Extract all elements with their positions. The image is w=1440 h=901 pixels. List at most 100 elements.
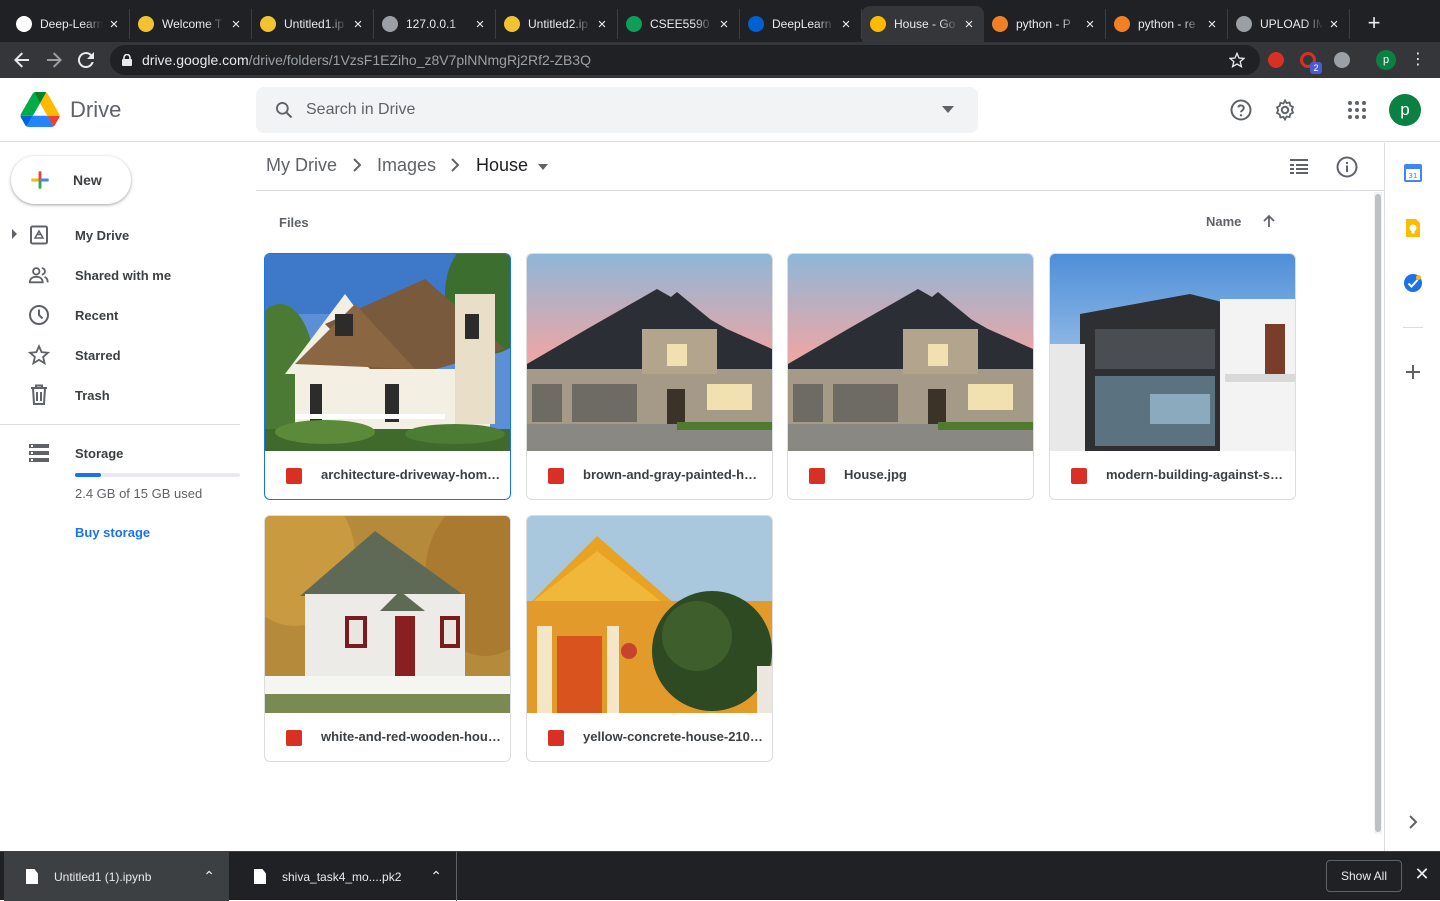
forward-arrow-icon (47, 52, 62, 68)
browser-toolbar: drive.google.com/drive/folders/1VzsF1EZi… (0, 42, 1440, 78)
file-card[interactable]: modern-building-against-sky... (1049, 253, 1296, 500)
browser-tab[interactable]: CSEE5590 × (618, 9, 740, 39)
browser-tab[interactable]: Untitled2.ip × (496, 9, 618, 39)
folder-menu-dropdown-icon[interactable] (538, 164, 548, 170)
storage-usage-fill (75, 473, 102, 477)
search-icon[interactable] (274, 100, 294, 120)
content-scrollbar-thumb[interactable] (1375, 194, 1381, 832)
new-button-label: New (73, 172, 102, 188)
browser-tab[interactable]: UPLOAD IM × (1228, 9, 1350, 39)
sort-by-name-button[interactable]: Name (1206, 214, 1241, 229)
lock-icon (122, 54, 132, 66)
show-all-downloads-button[interactable]: Show All (1326, 860, 1402, 892)
download-file-name: shiva_task4_mo....pk2 (282, 869, 402, 884)
tab-close-icon[interactable]: × (1083, 16, 1097, 33)
search-input[interactable] (306, 101, 906, 119)
settings-button[interactable] (1265, 90, 1305, 130)
file-card[interactable]: brown-and-gray-painted-hou... (526, 253, 773, 500)
plus-multicolor-icon (31, 171, 49, 189)
address-bar[interactable]: drive.google.com/drive/folders/1VzsF1EZi… (110, 45, 1260, 75)
tab-close-icon[interactable]: × (1327, 16, 1341, 33)
extension-red-icon[interactable] (1268, 52, 1284, 68)
tab-title: CSEE5590 (650, 17, 710, 31)
google-apps-button[interactable] (1337, 90, 1377, 130)
browser-tab[interactable]: python - re × (1106, 9, 1228, 39)
file-card[interactable]: House.jpg (787, 253, 1034, 500)
file-name: yellow-concrete-house-2102... (583, 729, 763, 744)
new-button[interactable]: New (11, 156, 131, 204)
browser-tab[interactable]: python - P × (984, 9, 1106, 39)
globe-icon (382, 16, 398, 32)
tab-close-icon[interactable]: × (351, 16, 365, 33)
search-box (256, 87, 978, 133)
browser-tab[interactable]: DeepLearn × (740, 9, 862, 39)
browser-menu-icon[interactable]: ⋮ (1410, 50, 1426, 70)
breadcrumb-house[interactable]: House (476, 155, 528, 176)
sort-ascending-arrow-icon[interactable] (1262, 214, 1276, 228)
sidebar-item-recent[interactable]: Recent (0, 295, 240, 335)
details-info-icon[interactable] (1336, 156, 1358, 178)
extension-gear-icon[interactable] (1334, 52, 1350, 68)
help-button[interactable] (1221, 90, 1261, 130)
bookmark-star-icon[interactable] (1229, 52, 1245, 68)
sidebar-item-storage[interactable]: Storage (0, 433, 240, 473)
tab-close-icon[interactable]: × (962, 16, 976, 33)
browser-tab[interactable]: 127.0.0.1 × (374, 9, 496, 39)
tab-close-icon[interactable]: × (839, 16, 853, 33)
hide-side-panel-chevron-icon[interactable] (1403, 812, 1423, 832)
browser-tab[interactable]: Deep-Learn × (8, 9, 130, 39)
sidebar-item-label: Starred (75, 347, 121, 363)
list-view-icon[interactable] (1290, 159, 1308, 175)
side-panel: 31 (1384, 143, 1440, 851)
keep-icon[interactable] (1403, 218, 1423, 238)
browser-tab[interactable]: Untitled1.ip × (252, 9, 374, 39)
tasks-icon[interactable] (1403, 273, 1423, 293)
file-card[interactable]: architecture-driveway-home-... (264, 253, 511, 500)
drive-logo[interactable]: Drive (20, 92, 121, 127)
back-arrow-icon (14, 52, 29, 68)
tab-close-icon[interactable]: × (717, 16, 731, 33)
sidebar-item-trash[interactable]: Trash (0, 375, 240, 415)
chevron-right-icon (353, 158, 362, 172)
tab-close-icon[interactable]: × (473, 16, 487, 33)
file-thumbnail (265, 254, 510, 451)
tab-close-icon[interactable]: × (1205, 16, 1219, 33)
search-options-dropdown-icon[interactable] (942, 106, 954, 114)
file-thumbnail (788, 254, 1033, 451)
sidebar-item-label: Recent (75, 307, 119, 323)
calendar-icon[interactable]: 31 (1403, 163, 1423, 183)
tab-title: Deep-Learn (40, 17, 103, 31)
tab-close-icon[interactable]: × (595, 16, 609, 33)
back-button[interactable] (6, 44, 38, 76)
tab-close-icon[interactable]: × (229, 16, 243, 33)
tab-title: python - P (1016, 17, 1071, 31)
file-card[interactable]: yellow-concrete-house-2102... (526, 515, 773, 762)
file-thumbnail (1050, 254, 1295, 451)
tab-close-icon[interactable]: × (107, 16, 121, 33)
shared-people-icon (28, 264, 50, 286)
file-card[interactable]: white-and-red-wooden-hous... (264, 515, 511, 762)
profile-avatar[interactable]: p (1376, 50, 1396, 70)
chevron-up-icon[interactable]: ⌃ (203, 868, 215, 885)
breadcrumb-my-drive[interactable]: My Drive (266, 155, 337, 176)
chevron-right-icon (451, 158, 460, 172)
breadcrumb-images[interactable]: Images (377, 155, 436, 176)
sidebar-item-shared-with-me[interactable]: Shared with me (0, 255, 240, 295)
sidebar-item-starred[interactable]: Starred (0, 335, 240, 375)
file-thumbnail (265, 516, 510, 713)
reload-button[interactable] (70, 44, 102, 76)
buy-storage-link[interactable]: Buy storage (75, 525, 150, 540)
forward-button[interactable] (38, 44, 70, 76)
get-add-ons-plus-icon[interactable] (1403, 362, 1423, 382)
account-avatar[interactable]: p (1389, 94, 1421, 126)
drive-logo-icon (20, 92, 60, 127)
download-item[interactable]: shiva_task4_mo....pk2 ⌃ (232, 852, 457, 901)
browser-tab[interactable]: Welcome T × (130, 9, 252, 39)
new-tab-button[interactable]: + (1356, 10, 1392, 36)
sidebar-item-my-drive[interactable]: My Drive (0, 215, 240, 255)
browser-tab[interactable]: House - Go × (862, 6, 984, 42)
chevron-up-icon[interactable]: ⌃ (430, 868, 442, 885)
close-icon[interactable]: ✕ (1412, 864, 1432, 885)
image-file-icon (548, 730, 564, 746)
download-item[interactable]: Untitled1 (1).ipynb ⌃ (4, 852, 229, 901)
